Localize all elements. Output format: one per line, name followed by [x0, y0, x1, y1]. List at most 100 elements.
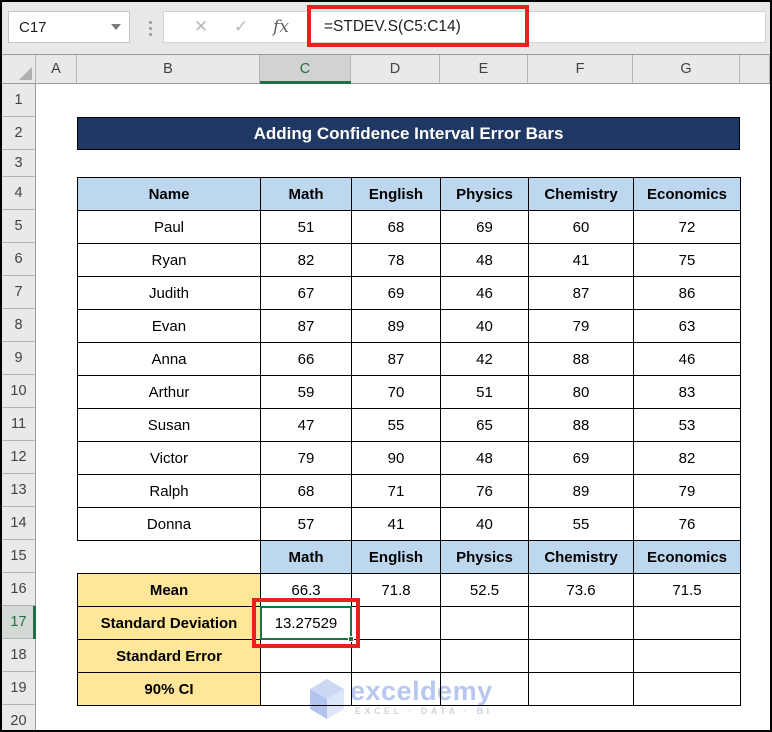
row-header-12[interactable]: 12 — [2, 441, 35, 474]
stats-value-cell[interactable]: 52.5 — [441, 574, 529, 607]
row-header-6[interactable]: 6 — [2, 243, 35, 276]
select-all-corner[interactable] — [2, 55, 36, 83]
scores-value-cell[interactable]: 71 — [352, 475, 441, 508]
column-header-G[interactable]: G — [633, 55, 740, 83]
stats-value-cell[interactable] — [352, 607, 441, 640]
row-header-4[interactable]: 4 — [2, 177, 35, 210]
scores-value-cell[interactable]: 42 — [441, 343, 529, 376]
scores-name-cell[interactable]: Anna — [78, 343, 261, 376]
row-header-1[interactable]: 1 — [2, 84, 35, 117]
row-header-18[interactable]: 18 — [2, 639, 35, 672]
scores-value-cell[interactable]: 46 — [441, 277, 529, 310]
stats-value-cell[interactable] — [441, 640, 529, 673]
scores-value-cell[interactable]: 76 — [441, 475, 529, 508]
scores-value-cell[interactable]: 79 — [261, 442, 352, 475]
stats-label-cell[interactable]: Mean — [78, 574, 261, 607]
scores-value-cell[interactable]: 68 — [261, 475, 352, 508]
scores-value-cell[interactable]: 69 — [352, 277, 441, 310]
scores-value-cell[interactable]: 82 — [261, 244, 352, 277]
scores-value-cell[interactable]: 82 — [634, 442, 741, 475]
row-header-3[interactable]: 3 — [2, 150, 35, 177]
scores-name-cell[interactable]: Arthur — [78, 376, 261, 409]
stats-value-cell[interactable]: 66.3 — [261, 574, 352, 607]
stats-value-cell[interactable] — [352, 673, 441, 706]
column-header-B[interactable]: B — [77, 55, 260, 83]
scores-header-cell[interactable]: Physics — [441, 178, 529, 211]
stats-value-cell[interactable] — [441, 673, 529, 706]
stats-header-cell[interactable]: Math — [261, 541, 352, 574]
scores-value-cell[interactable]: 60 — [529, 211, 634, 244]
column-header-A[interactable]: A — [36, 55, 77, 83]
row-header-5[interactable]: 5 — [2, 210, 35, 243]
stats-header-cell[interactable]: Chemistry — [529, 541, 634, 574]
stats-value-cell[interactable]: 71.5 — [634, 574, 741, 607]
stats-label-cell[interactable]: Standard Error — [78, 640, 261, 673]
column-header-partial[interactable] — [740, 55, 770, 83]
scores-value-cell[interactable]: 55 — [529, 508, 634, 541]
stats-value-cell[interactable] — [261, 640, 352, 673]
scores-value-cell[interactable]: 88 — [529, 343, 634, 376]
scores-value-cell[interactable]: 51 — [261, 211, 352, 244]
row-header-20[interactable]: 20 — [2, 705, 35, 730]
scores-header-cell[interactable]: Chemistry — [529, 178, 634, 211]
stats-value-cell[interactable]: 71.8 — [352, 574, 441, 607]
stats-header-cell[interactable]: Physics — [441, 541, 529, 574]
column-header-C[interactable]: C — [260, 55, 351, 83]
scores-value-cell[interactable]: 86 — [634, 277, 741, 310]
fill-handle[interactable] — [348, 636, 354, 642]
scores-value-cell[interactable]: 75 — [634, 244, 741, 277]
scores-header-cell[interactable]: Math — [261, 178, 352, 211]
scores-value-cell[interactable]: 69 — [529, 442, 634, 475]
namebox-dropdown-icon[interactable] — [111, 24, 121, 30]
title-banner[interactable]: Adding Confidence Interval Error Bars — [77, 117, 740, 150]
scores-value-cell[interactable]: 68 — [352, 211, 441, 244]
stats-value-cell[interactable] — [634, 673, 741, 706]
scores-name-cell[interactable]: Susan — [78, 409, 261, 442]
stats-header-cell[interactable]: Economics — [634, 541, 741, 574]
scores-header-cell[interactable]: Name — [78, 178, 261, 211]
scores-value-cell[interactable]: 89 — [352, 310, 441, 343]
scores-value-cell[interactable]: 65 — [441, 409, 529, 442]
row-header-11[interactable]: 11 — [2, 408, 35, 441]
cancel-icon[interactable]: ✕ — [186, 12, 216, 42]
scores-value-cell[interactable]: 57 — [261, 508, 352, 541]
scores-name-cell[interactable]: Paul — [78, 211, 261, 244]
scores-value-cell[interactable]: 80 — [529, 376, 634, 409]
stats-value-cell[interactable] — [261, 673, 352, 706]
row-header-9[interactable]: 9 — [2, 342, 35, 375]
scores-value-cell[interactable]: 87 — [352, 343, 441, 376]
formula-bar[interactable]: ✕ ✓ fx =STDEV.S(C5:C14) — [163, 11, 766, 43]
scores-value-cell[interactable]: 40 — [441, 310, 529, 343]
scores-value-cell[interactable]: 53 — [634, 409, 741, 442]
scores-value-cell[interactable]: 63 — [634, 310, 741, 343]
scores-value-cell[interactable]: 41 — [529, 244, 634, 277]
row-header-7[interactable]: 7 — [2, 276, 35, 309]
column-header-F[interactable]: F — [528, 55, 633, 83]
stats-value-cell[interactable] — [529, 673, 634, 706]
scores-value-cell[interactable]: 79 — [634, 475, 741, 508]
scores-name-cell[interactable]: Victor — [78, 442, 261, 475]
stats-value-cell[interactable] — [441, 607, 529, 640]
row-header-19[interactable]: 19 — [2, 672, 35, 705]
active-cell-selection[interactable] — [260, 606, 354, 642]
row-header-16[interactable]: 16 — [2, 573, 35, 606]
scores-value-cell[interactable]: 48 — [441, 442, 529, 475]
scores-value-cell[interactable]: 69 — [441, 211, 529, 244]
scores-name-cell[interactable]: Evan — [78, 310, 261, 343]
insert-function-icon[interactable]: fx — [266, 12, 296, 42]
scores-value-cell[interactable]: 76 — [634, 508, 741, 541]
stats-value-cell[interactable] — [352, 640, 441, 673]
scores-value-cell[interactable]: 55 — [352, 409, 441, 442]
scores-value-cell[interactable]: 78 — [352, 244, 441, 277]
row-header-15[interactable]: 15 — [2, 540, 35, 573]
stats-label-cell[interactable]: 90% CI — [78, 673, 261, 706]
scores-header-cell[interactable]: English — [352, 178, 441, 211]
column-header-E[interactable]: E — [440, 55, 528, 83]
scores-value-cell[interactable]: 70 — [352, 376, 441, 409]
scores-value-cell[interactable]: 72 — [634, 211, 741, 244]
scores-value-cell[interactable]: 87 — [529, 277, 634, 310]
scores-value-cell[interactable]: 59 — [261, 376, 352, 409]
row-header-8[interactable]: 8 — [2, 309, 35, 342]
stats-value-cell[interactable] — [529, 640, 634, 673]
scores-value-cell[interactable]: 47 — [261, 409, 352, 442]
